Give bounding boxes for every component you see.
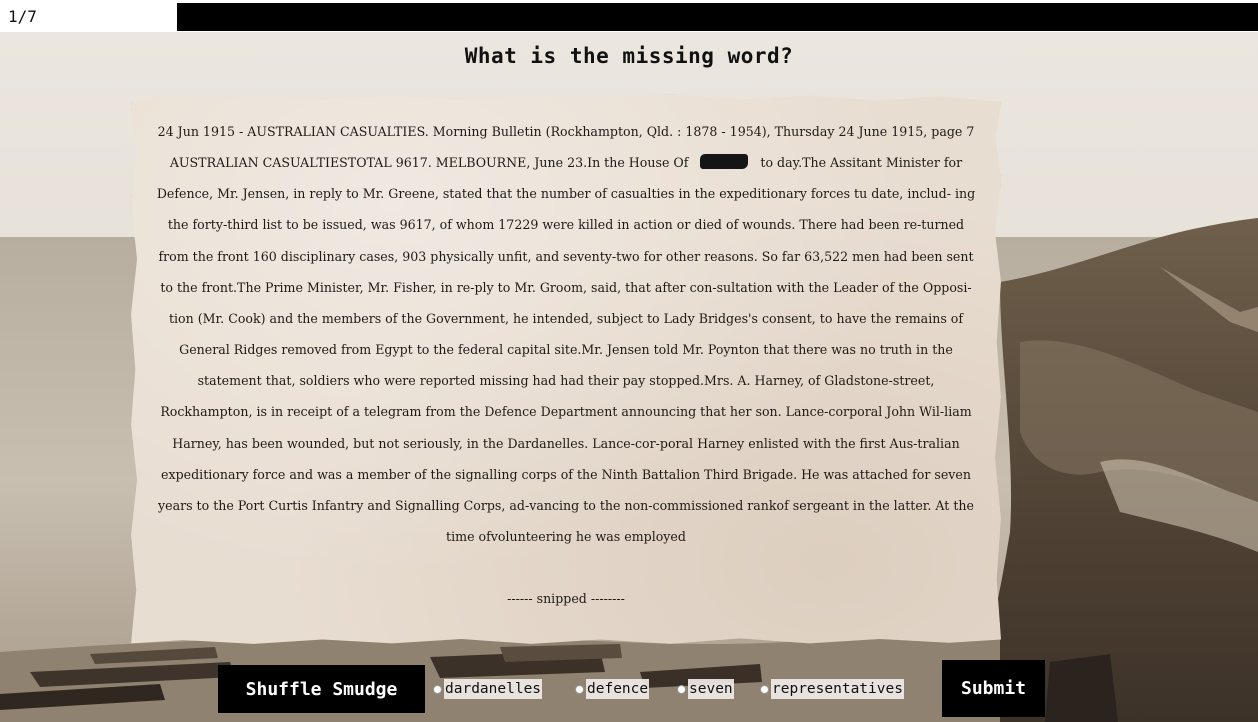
missing-word-redaction (700, 154, 749, 170)
shuffle-smudge-button[interactable]: Shuffle Smudge (218, 665, 425, 713)
option-label: representatives (771, 679, 904, 699)
radio-button[interactable] (677, 684, 686, 694)
snipped-marker: ------ snipped -------- (507, 591, 625, 606)
question-title: What is the missing word? (464, 44, 794, 68)
article-text: 24 Jun 1915 - AUSTRALIAN CASUALTIES. Mor… (153, 116, 979, 552)
progress-bar: 1/7 (0, 3, 1258, 31)
radio-button[interactable] (433, 684, 442, 694)
option-dardanelles[interactable]: dardanelles (433, 678, 543, 700)
option-defence[interactable]: defence (575, 678, 650, 700)
option-label: defence (586, 679, 650, 699)
submit-button[interactable]: Submit (942, 660, 1045, 717)
progress-counter: 1/7 (0, 3, 177, 31)
option-seven[interactable]: seven (677, 678, 734, 700)
newspaper-clipping: 24 Jun 1915 - AUSTRALIAN CASUALTIES. Mor… (131, 94, 1001, 644)
option-label: seven (688, 679, 734, 699)
article-text-after: to day.The Assitant Minister for Defence… (156, 155, 976, 545)
option-label: dardanelles (444, 679, 543, 699)
radio-button[interactable] (760, 684, 769, 694)
radio-button[interactable] (575, 684, 584, 694)
option-representatives[interactable]: representatives (760, 678, 904, 700)
